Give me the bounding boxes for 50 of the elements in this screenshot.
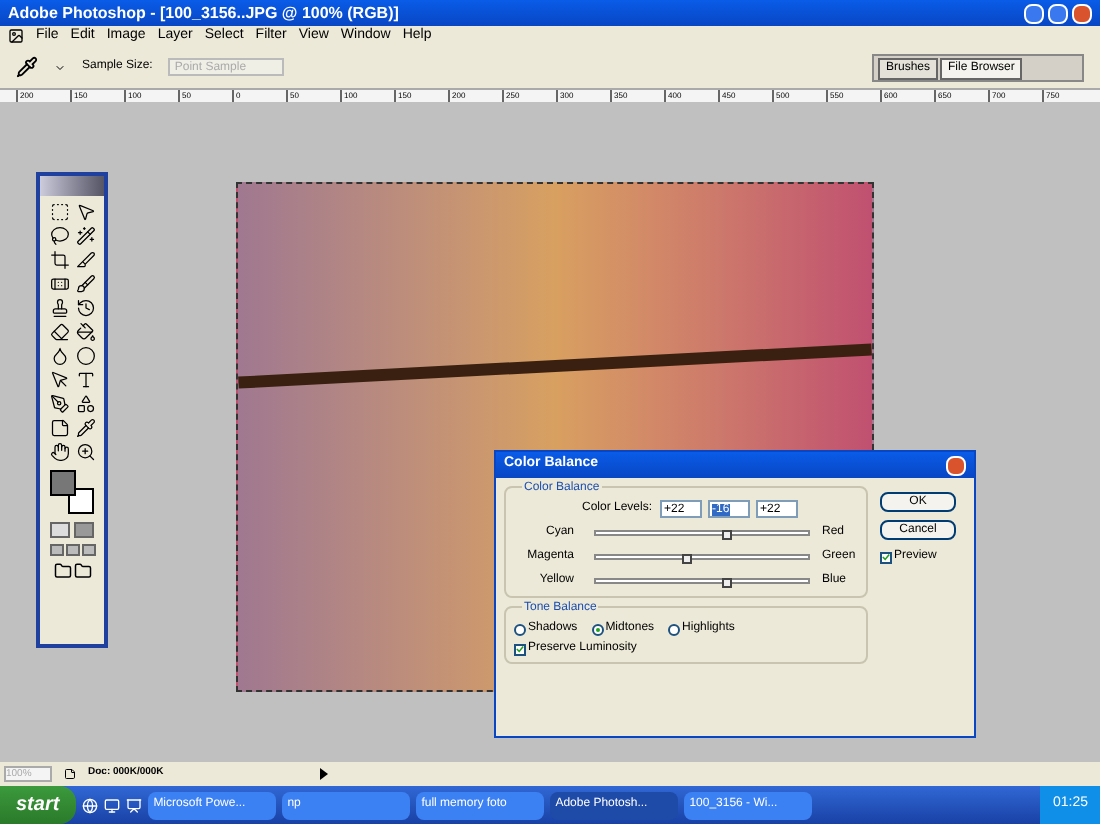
slider-track[interactable] <box>594 578 810 584</box>
move-icon[interactable] <box>75 202 95 222</box>
start-button[interactable]: start <box>0 786 76 824</box>
window-title: Adobe Photoshop - [100_3156..JPG @ 100% (RGB)] <box>8 1 399 25</box>
brush-icon[interactable] <box>75 274 95 294</box>
folder-icon <box>53 562 71 580</box>
history-brush-icon[interactable] <box>75 298 95 318</box>
caret-icon <box>54 61 66 73</box>
hand-icon[interactable] <box>49 442 69 462</box>
knife-icon[interactable] <box>75 250 95 270</box>
zoom-icon[interactable] <box>75 442 95 462</box>
slider-track[interactable] <box>594 530 810 536</box>
close-button[interactable] <box>1072 3 1092 23</box>
globe-icon <box>81 797 98 813</box>
eraser-icon[interactable] <box>49 322 69 342</box>
radio-button[interactable] <box>668 623 681 635</box>
folder-icon <box>73 562 91 580</box>
lasso-icon[interactable] <box>49 226 69 246</box>
monitor-icon <box>103 797 120 813</box>
pen-icon[interactable] <box>49 394 69 414</box>
slider-track[interactable] <box>594 554 810 560</box>
app-icon <box>8 28 24 44</box>
type-icon[interactable] <box>75 370 95 390</box>
bucket-icon[interactable] <box>75 322 95 342</box>
checkbox[interactable] <box>514 643 526 655</box>
eyedropper-icon[interactable] <box>75 418 95 438</box>
radio-button[interactable] <box>591 623 604 635</box>
note-icon[interactable] <box>49 418 69 438</box>
slider-thumb[interactable] <box>721 578 732 588</box>
bandage-icon[interactable] <box>49 274 69 294</box>
close-button[interactable] <box>946 455 966 475</box>
slider-thumb[interactable] <box>721 530 732 540</box>
stamp-icon[interactable] <box>49 298 69 318</box>
document-icon <box>64 768 76 780</box>
arrow-icon[interactable] <box>49 370 69 390</box>
wand-icon[interactable] <box>75 226 95 246</box>
crop-icon[interactable] <box>49 250 69 270</box>
foreground-swatch[interactable] <box>50 470 76 496</box>
shape-icon[interactable] <box>75 394 95 414</box>
maximize-button[interactable] <box>1048 3 1068 23</box>
droplet-icon[interactable] <box>49 346 69 366</box>
radio-button[interactable] <box>514 623 526 635</box>
minimize-button[interactable] <box>1024 3 1044 23</box>
presentation-icon <box>125 797 142 813</box>
toolbox-header <box>40 176 104 196</box>
checkbox[interactable] <box>880 551 892 563</box>
marquee-icon[interactable] <box>49 202 69 222</box>
slider-thumb[interactable] <box>681 554 692 564</box>
eyedropper-icon <box>16 56 38 78</box>
background-swatch[interactable] <box>68 488 94 514</box>
